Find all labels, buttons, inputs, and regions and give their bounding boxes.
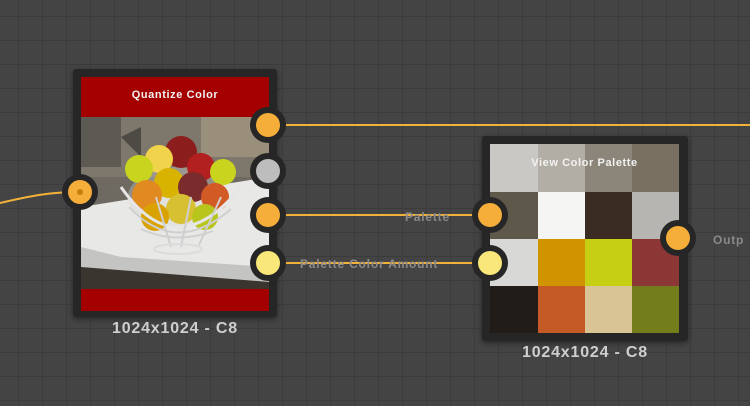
palette-swatch: [585, 239, 632, 286]
quantize-output-port-1[interactable]: [250, 107, 286, 143]
quantize-input-port[interactable]: [62, 174, 98, 210]
quantize-color-preview: Quantize Color: [81, 77, 269, 311]
palette-swatch: [585, 286, 632, 333]
palette-input-port[interactable]: [472, 197, 508, 233]
port-orange-dot: [68, 180, 92, 204]
palette-swatch: [585, 192, 632, 239]
port-orange-dot: [478, 203, 502, 227]
quantize-palette-output-port[interactable]: [250, 197, 286, 233]
port-gray-dot: [256, 159, 280, 183]
port-orange-dot: [666, 226, 690, 250]
palette-swatch: [538, 239, 585, 286]
port-yellow-dot: [256, 251, 280, 275]
palette-output-port[interactable]: [660, 220, 696, 256]
palette-input-label: Palette: [405, 210, 450, 224]
node-title: Quantize Color: [131, 89, 219, 101]
quantize-color-node[interactable]: Quantize Color: [73, 69, 277, 317]
port-yellow-dot: [478, 251, 502, 275]
port-center-dot: [77, 189, 83, 195]
quantize-output-port-2[interactable]: [250, 153, 286, 189]
fruit-bowl-preview-image: [81, 117, 269, 289]
port-orange-dot: [256, 203, 280, 227]
port-orange-dot: [256, 113, 280, 137]
palette-size-label: 1024x1024 - C8: [522, 344, 648, 361]
palette-color-amount-input-label: Palette Color Amount: [300, 257, 439, 271]
output-label: Outp: [713, 233, 745, 247]
palette-swatch: [538, 286, 585, 333]
palette-swatch: [632, 286, 679, 333]
quantize-palette-color-amount-output-port[interactable]: [250, 245, 286, 281]
palette-grid: View Color Palette: [490, 144, 679, 333]
palette-swatch: [538, 192, 585, 239]
quantize-size-label: 1024x1024 - C8: [112, 320, 238, 337]
view-color-palette-node[interactable]: View Color Palette: [482, 136, 688, 341]
node-title: View Color Palette: [531, 157, 638, 169]
palette-swatch: [490, 286, 538, 333]
palette-color-amount-input-port[interactable]: [472, 245, 508, 281]
